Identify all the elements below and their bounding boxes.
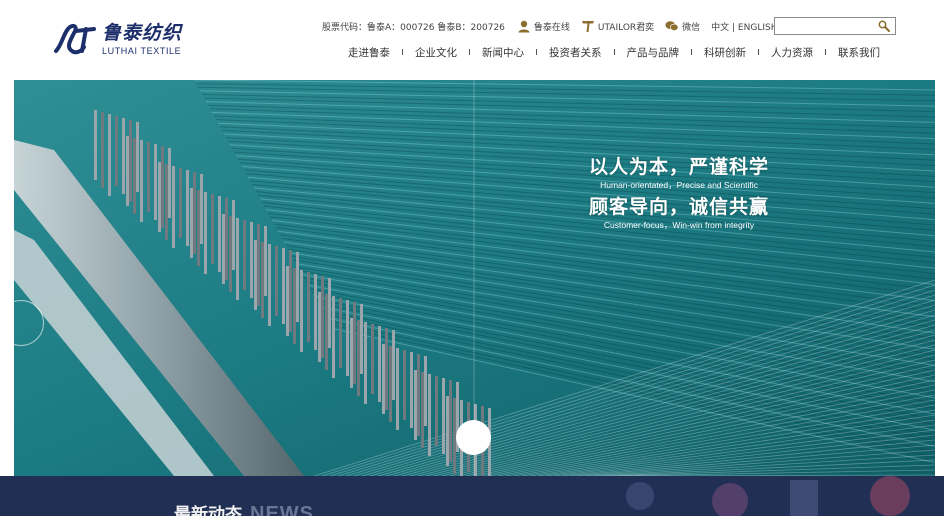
- person-icon: [518, 20, 530, 33]
- nav-divider: [613, 49, 615, 55]
- main-nav: 走进鲁泰 企业文化 新闻中心 投资者关系 产品与品牌 科研创新 人力资源 联系我…: [340, 44, 888, 60]
- nav-divider: [825, 49, 826, 55]
- slogan-line1-cn: 以人为本，严谨科学: [588, 156, 769, 178]
- nav-item-investors[interactable]: 投资者关系: [541, 45, 610, 60]
- luthai-online-label: 鲁泰在线: [533, 22, 570, 33]
- brand-name-cn: 鲁泰纺织: [102, 22, 183, 44]
- slogan-line2-cn: 顾客导向，诚信共赢: [588, 196, 769, 218]
- nav-item-research[interactable]: 科研创新: [696, 45, 754, 60]
- loom-threads-image: [14, 80, 935, 476]
- luthai-logo-icon: [54, 23, 96, 55]
- nav-item-hr[interactable]: 人力资源: [763, 45, 821, 60]
- search-input[interactable]: [775, 23, 875, 39]
- news-title-cn: 最新动态: [174, 505, 242, 516]
- nav-item-contact[interactable]: 联系我们: [830, 45, 888, 60]
- brand-logo[interactable]: 鲁泰纺织 LUTHAI TEXTILE: [52, 18, 192, 60]
- nav-divider: [536, 49, 537, 55]
- language-switch[interactable]: 中文 | ENGLISH: [711, 20, 777, 33]
- news-heading: 最新动态 NEWS: [174, 500, 314, 516]
- news-decoration-image: [626, 476, 910, 516]
- search-box: [774, 17, 896, 39]
- nav-divider: [402, 49, 403, 55]
- wechat-label: 微信: [682, 22, 701, 33]
- nav-item-products[interactable]: 产品与品牌: [619, 45, 688, 60]
- nav-divider: [758, 49, 759, 55]
- slogan-line2-en: Customer-focus，Win-win from integrity: [603, 220, 755, 230]
- nav-item-culture[interactable]: 企业文化: [407, 45, 465, 60]
- top-utility-bar: 股票代码：鲁泰A：000726 鲁泰B：200726 鲁泰在线 UTAILOR君…: [322, 17, 777, 35]
- wechat-icon: [665, 21, 679, 31]
- news-section: 最新动态 NEWS: [0, 476, 944, 516]
- slogan-line1-en: Human-orientated，Precise and Scientific: [600, 180, 758, 190]
- hero-banner: 以人为本，严谨科学 Human-orientated，Precise and S…: [14, 80, 935, 476]
- search-icon[interactable]: [878, 20, 890, 32]
- nav-divider: [691, 49, 692, 55]
- site-header: 鲁泰纺织 LUTHAI TEXTILE 股票代码：鲁泰A：000726 鲁泰B：…: [0, 0, 944, 80]
- stock-codes: 股票代码：鲁泰A：000726 鲁泰B：200726: [322, 22, 505, 33]
- hero-slogan: 以人为本，严谨科学 Human-orientated，Precise and S…: [579, 155, 779, 235]
- utailor-link[interactable]: UTAILOR君奕: [581, 19, 654, 33]
- slider-pager-dot[interactable]: [456, 420, 491, 455]
- t-logo-icon: [581, 21, 594, 32]
- wechat-link[interactable]: 微信: [665, 19, 700, 33]
- nav-divider: [469, 49, 470, 55]
- nav-item-about[interactable]: 走进鲁泰: [340, 45, 398, 60]
- brand-name-en: LUTHAI TEXTILE: [102, 46, 182, 56]
- nav-item-news[interactable]: 新闻中心: [474, 45, 532, 60]
- news-title-en: NEWS: [250, 503, 314, 516]
- luthai-online-link[interactable]: 鲁泰在线: [517, 19, 570, 33]
- utailor-label: UTAILOR君奕: [597, 22, 655, 33]
